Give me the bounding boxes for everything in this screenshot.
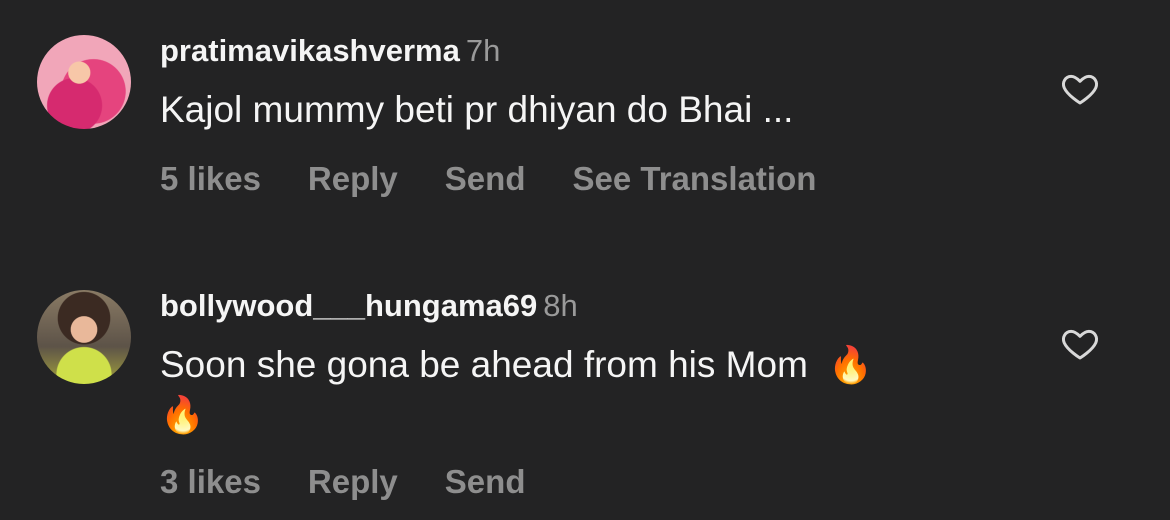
username[interactable]: pratimavikashverma xyxy=(160,33,460,68)
comment-text: Kajol mummy beti pr dhiyan do Bhai ... xyxy=(160,84,793,136)
see-translation-button[interactable]: See Translation xyxy=(572,160,816,197)
likes-count[interactable]: 3 likes xyxy=(160,463,261,500)
timestamp: 7h xyxy=(465,33,501,68)
comment-actions: 3 likes Reply Send xyxy=(160,463,572,501)
comment-text-content: Kajol mummy beti pr dhiyan do Bhai ... xyxy=(160,89,794,130)
username[interactable]: bollywood___hungama69 xyxy=(160,288,537,323)
comment-text-content: Soon she gona be ahead from his Mom xyxy=(160,344,808,385)
reply-button[interactable]: Reply xyxy=(308,160,398,197)
fire-emoji-icon: 🔥 xyxy=(160,394,205,435)
comment-header: pratimavikashverma 7h xyxy=(160,33,500,69)
comment-actions: 5 likes Reply Send See Translation xyxy=(160,160,863,198)
like-heart-icon[interactable] xyxy=(1060,68,1100,108)
timestamp: 8h xyxy=(543,288,578,323)
avatar[interactable] xyxy=(37,290,131,384)
comment-header: bollywood___hungama69 8h xyxy=(160,288,578,324)
likes-count[interactable]: 5 likes xyxy=(160,160,261,197)
fire-emoji-icon: 🔥 xyxy=(828,344,874,385)
send-button[interactable]: Send xyxy=(445,463,526,500)
comment-text: Soon she gona be ahead from his Mom 🔥 xyxy=(160,339,873,391)
send-button[interactable]: Send xyxy=(445,160,526,197)
reply-button[interactable]: Reply xyxy=(308,463,398,500)
like-heart-icon[interactable] xyxy=(1060,323,1100,363)
comment-text-line2: 🔥 xyxy=(160,389,205,441)
avatar[interactable] xyxy=(37,35,131,129)
